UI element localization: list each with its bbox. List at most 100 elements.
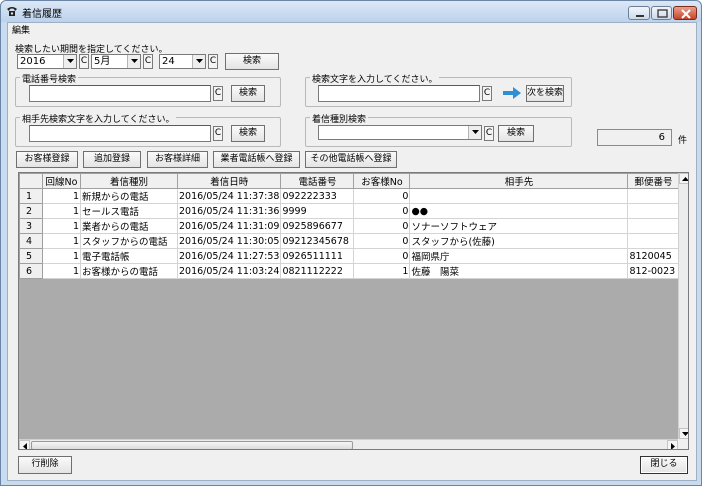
table-cell[interactable]: 0821112222 <box>280 263 355 279</box>
table-cell[interactable]: 812-0023 <box>627 263 680 279</box>
type-search-button[interactable]: 検索 <box>498 125 534 142</box>
table-cell[interactable] <box>627 218 680 234</box>
row-header[interactable]: 2 <box>19 203 43 219</box>
partner-search-input[interactable] <box>29 125 211 142</box>
table-cell[interactable]: 1 <box>42 263 81 279</box>
table-cell[interactable]: 2016/05/24 11:31:09 <box>176 218 282 234</box>
minimize-button[interactable] <box>628 6 650 20</box>
table-cell[interactable]: 2016/05/24 11:37:38 <box>176 188 282 204</box>
table-cell[interactable]: 2016/05/24 11:30:05 <box>176 233 282 249</box>
vertical-scrollbar[interactable] <box>678 173 688 439</box>
table-cell[interactable] <box>409 188 629 204</box>
month-dropdown-arrow[interactable] <box>127 55 140 68</box>
table-cell[interactable]: 0 <box>353 188 411 204</box>
table-cell[interactable]: 2016/05/24 11:27:53 <box>176 248 282 264</box>
table-cell[interactable]: 福岡県庁 <box>409 248 629 264</box>
table-cell[interactable]: スタッフから(佐藤) <box>409 233 629 249</box>
close-button[interactable]: 閉じる <box>640 456 688 474</box>
table-cell[interactable] <box>627 233 680 249</box>
year-dropdown-arrow[interactable] <box>63 55 76 68</box>
table-row[interactable]: 4 1 スタッフからの電話 2016/05/24 11:30:05 092123… <box>19 233 680 249</box>
row-header[interactable]: 5 <box>19 248 43 264</box>
add-register-button[interactable]: 追加登録 <box>83 151 141 168</box>
month-clear-button[interactable]: C <box>143 54 153 69</box>
table-cell[interactable]: 9999 <box>280 203 355 219</box>
table-cell[interactable]: 0 <box>353 203 411 219</box>
table-cell[interactable]: 業者からの電話 <box>80 218 178 234</box>
scroll-up-button[interactable] <box>679 173 688 184</box>
phone-clear-button[interactable]: C <box>213 86 223 101</box>
table-row[interactable]: 6 1 お客様からの電話 2016/05/24 11:03:24 0821112… <box>19 263 680 279</box>
table-cell[interactable]: 0926511111 <box>280 248 355 264</box>
table-row[interactable]: 1 1 新規からの電話 2016/05/24 11:37:38 09222233… <box>19 188 680 204</box>
table-cell[interactable]: 新規からの電話 <box>80 188 178 204</box>
table-cell[interactable]: 1 <box>42 203 81 219</box>
other-phonebook-button[interactable]: その他電話帳へ登録 <box>305 151 397 168</box>
table-cell[interactable]: 8120045 <box>627 248 680 264</box>
column-header[interactable]: 回線No <box>42 173 81 189</box>
table-cell[interactable]: 佐藤 陽菜 <box>409 263 629 279</box>
column-header[interactable]: 郵便番号 <box>627 173 680 189</box>
type-dropdown-arrow[interactable] <box>468 126 481 139</box>
vendor-phonebook-button[interactable]: 業者電話帳へ登録 <box>213 151 300 168</box>
table-row[interactable]: 5 1 電子電話帳 2016/05/24 11:27:53 0926511111… <box>19 248 680 264</box>
table-cell[interactable]: 09212345678 <box>280 233 355 249</box>
table-cell[interactable]: スタッフからの電話 <box>80 233 178 249</box>
menu-edit[interactable]: 編集 <box>12 23 30 36</box>
delete-row-button[interactable]: 行削除 <box>18 456 72 474</box>
day-dropdown-arrow[interactable] <box>192 55 205 68</box>
row-header[interactable]: 4 <box>19 233 43 249</box>
call-history-grid[interactable]: 回線No 着信種別 着信日時 電話番号 お客様No 相手先 郵便番号 1 1 新… <box>18 172 689 450</box>
year-select[interactable]: 2016 <box>17 54 77 69</box>
customer-register-button[interactable]: お客様登録 <box>16 151 78 168</box>
table-cell[interactable]: 0 <box>353 248 411 264</box>
table-cell[interactable]: 0 <box>353 218 411 234</box>
column-header[interactable]: 電話番号 <box>280 173 355 189</box>
table-row[interactable]: 3 1 業者からの電話 2016/05/24 11:31:09 09258966… <box>19 218 680 234</box>
scroll-down-button[interactable] <box>679 428 688 439</box>
table-cell[interactable]: 2016/05/24 11:31:36 <box>176 203 282 219</box>
table-cell[interactable] <box>627 203 680 219</box>
scroll-right-button[interactable] <box>667 440 678 449</box>
column-header[interactable]: 相手先 <box>409 173 629 189</box>
column-header[interactable]: お客様No <box>353 173 411 189</box>
table-cell[interactable]: セールス電話 <box>80 203 178 219</box>
partner-search-button[interactable]: 検索 <box>231 125 265 142</box>
day-clear-button[interactable]: C <box>208 54 218 69</box>
period-search-button[interactable]: 検索 <box>225 53 279 70</box>
table-cell[interactable]: 0 <box>353 233 411 249</box>
phone-search-input[interactable] <box>29 85 211 102</box>
table-cell[interactable]: 0925896677 <box>280 218 355 234</box>
row-header[interactable]: 3 <box>19 218 43 234</box>
table-cell[interactable]: 1 <box>42 248 81 264</box>
next-search-button[interactable]: 次を検索 <box>526 85 564 102</box>
maximize-button[interactable] <box>651 6 672 20</box>
table-cell[interactable]: 電子電話帳 <box>80 248 178 264</box>
table-cell[interactable]: ソナーソフトウェア <box>409 218 629 234</box>
table-cell[interactable]: 1 <box>353 263 411 279</box>
table-row[interactable]: 2 1 セールス電話 2016/05/24 11:31:36 9999 0 ●● <box>19 203 680 219</box>
scroll-left-button[interactable] <box>19 440 30 449</box>
table-cell[interactable]: 1 <box>42 188 81 204</box>
table-cell[interactable]: 2016/05/24 11:03:24 <box>176 263 282 279</box>
table-cell[interactable]: 1 <box>42 233 81 249</box>
horizontal-scroll-thumb[interactable] <box>31 441 353 449</box>
text-clear-button[interactable]: C <box>482 86 492 101</box>
horizontal-scrollbar[interactable] <box>19 439 678 449</box>
type-select[interactable] <box>318 125 482 140</box>
column-header[interactable] <box>19 173 43 189</box>
close-window-button[interactable] <box>673 6 697 20</box>
column-header[interactable]: 着信種別 <box>80 173 178 189</box>
table-cell[interactable]: お客様からの電話 <box>80 263 178 279</box>
day-select[interactable]: 24 <box>159 54 206 69</box>
table-cell[interactable]: 1 <box>42 218 81 234</box>
column-header[interactable]: 着信日時 <box>176 173 282 189</box>
customer-detail-button[interactable]: お客様詳細 <box>147 151 208 168</box>
type-clear-button[interactable]: C <box>484 126 494 141</box>
table-cell[interactable] <box>627 188 680 204</box>
row-header[interactable]: 6 <box>19 263 43 279</box>
month-select[interactable]: 5月 <box>91 54 141 69</box>
text-search-input[interactable] <box>318 85 480 102</box>
table-cell[interactable]: 092222333 <box>280 188 355 204</box>
partner-clear-button[interactable]: C <box>213 126 223 141</box>
